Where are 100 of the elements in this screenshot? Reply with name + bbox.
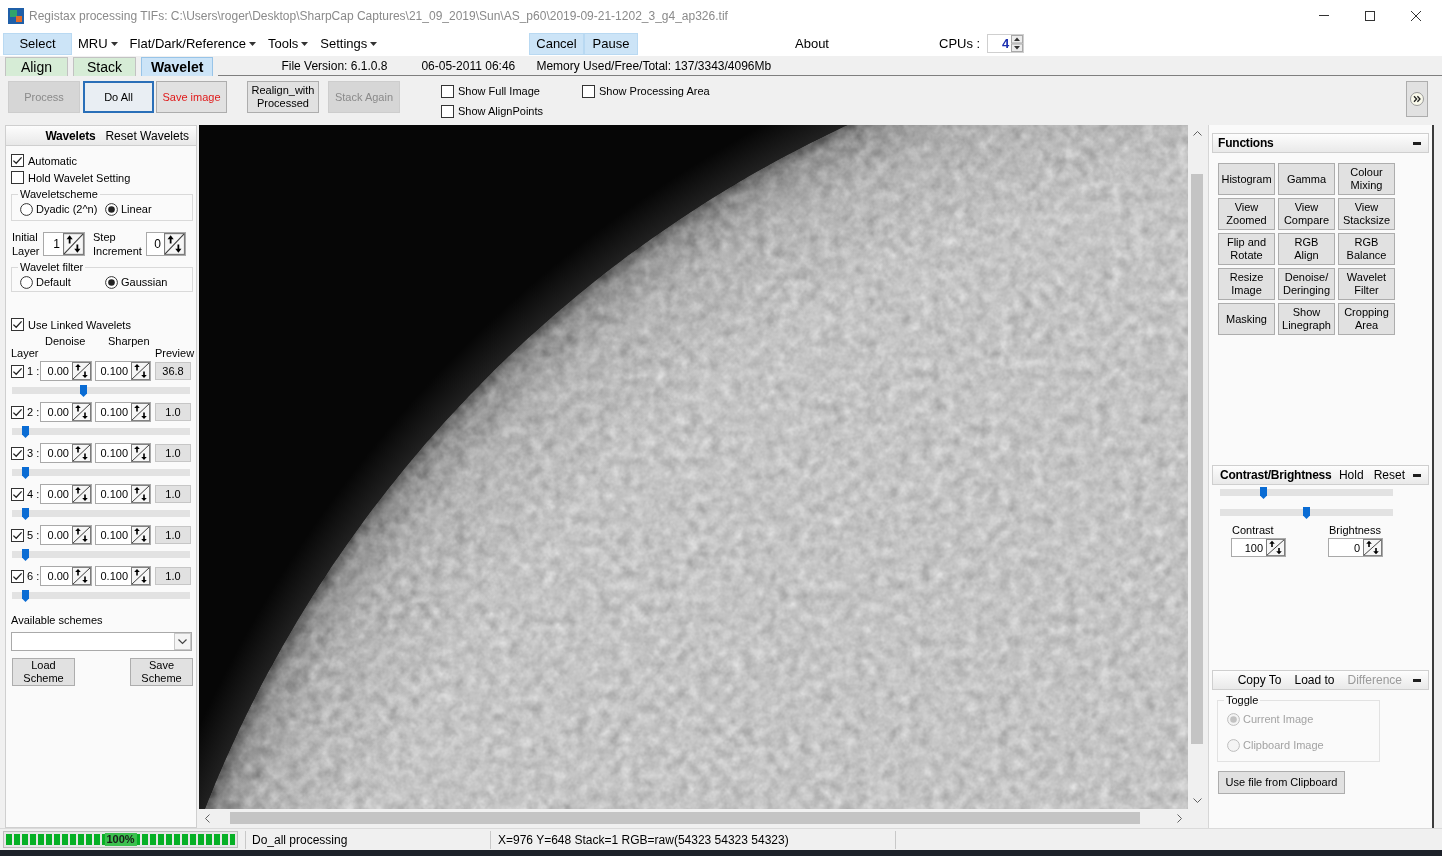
sharpen-spinner[interactable]: 0.100 bbox=[95, 402, 151, 422]
function-button[interactable]: Resize Image bbox=[1218, 268, 1275, 300]
denoise-spinner[interactable]: 0.00 bbox=[40, 525, 92, 545]
spin-arrows-icon[interactable] bbox=[72, 485, 91, 503]
spin-arrows-icon[interactable] bbox=[131, 567, 150, 585]
radio-button[interactable] bbox=[105, 202, 118, 216]
menu-item[interactable]: Settings bbox=[314, 32, 384, 55]
brightness-spinner[interactable]: 0 bbox=[1328, 538, 1383, 557]
preview-button[interactable]: 1.0 bbox=[155, 526, 191, 544]
slider-track[interactable] bbox=[1220, 507, 1393, 519]
checkbox[interactable] bbox=[11, 569, 24, 583]
select-button[interactable]: Select bbox=[3, 32, 72, 55]
save-scheme-button[interactable]: Save Scheme bbox=[130, 658, 193, 686]
sharpen-spinner[interactable]: 0.100 bbox=[95, 361, 151, 381]
do-all-button[interactable]: Do All bbox=[83, 81, 154, 113]
spin-arrows-icon[interactable] bbox=[164, 233, 185, 255]
hold-button[interactable]: Hold bbox=[1338, 468, 1364, 482]
slider-thumb[interactable] bbox=[1259, 487, 1267, 499]
slider-thumb[interactable] bbox=[22, 590, 30, 602]
menu-item[interactable]: MRU bbox=[72, 32, 124, 55]
spin-arrows-icon[interactable] bbox=[72, 362, 91, 380]
reset-button[interactable]: Reset bbox=[1373, 468, 1405, 482]
scrollbar-thumb[interactable] bbox=[1191, 174, 1203, 744]
menu-item[interactable]: Flat/Dark/Reference bbox=[123, 32, 262, 55]
denoise-spinner[interactable]: 0.00 bbox=[40, 484, 92, 504]
function-button[interactable]: View Stacksize bbox=[1338, 198, 1395, 230]
checkbox[interactable] bbox=[11, 318, 24, 331]
tab[interactable]: Stack bbox=[73, 57, 136, 76]
scrollbar-thumb[interactable] bbox=[230, 812, 1140, 824]
slider-thumb[interactable] bbox=[1303, 507, 1310, 519]
function-button[interactable]: RGB Balance bbox=[1338, 233, 1395, 265]
slider-thumb[interactable] bbox=[22, 508, 30, 520]
slider-thumb[interactable] bbox=[22, 549, 30, 561]
spin-arrows-icon[interactable] bbox=[131, 444, 150, 462]
minus-icon[interactable] bbox=[1413, 141, 1421, 145]
checkbox[interactable] bbox=[441, 104, 454, 118]
pause-button[interactable]: Pause bbox=[584, 32, 638, 55]
compare-action[interactable]: Copy To bbox=[1237, 673, 1282, 687]
slider-track[interactable] bbox=[12, 385, 190, 397]
clipboard-button[interactable]: Use file from Clipboard bbox=[1218, 771, 1345, 794]
realign-button[interactable]: Realign_with Processed bbox=[247, 81, 319, 113]
scroll-down-icon[interactable] bbox=[1192, 798, 1202, 803]
tab[interactable]: Align bbox=[5, 57, 68, 76]
checkbox[interactable] bbox=[582, 84, 595, 98]
contrast-spinner[interactable]: 100 bbox=[1231, 538, 1286, 557]
slider-thumb[interactable] bbox=[22, 426, 30, 438]
preview-button[interactable]: 1.0 bbox=[155, 567, 191, 585]
spin-arrows-icon[interactable] bbox=[72, 526, 91, 544]
sharpen-spinner[interactable]: 0.100 bbox=[95, 484, 151, 504]
function-button[interactable]: Histogram bbox=[1218, 163, 1275, 195]
denoise-spinner[interactable]: 0.00 bbox=[40, 361, 92, 381]
denoise-spinner[interactable]: 0.00 bbox=[40, 402, 92, 422]
checkbox[interactable] bbox=[11, 154, 24, 167]
slider-track[interactable] bbox=[12, 508, 190, 520]
function-button[interactable]: Flip and Rotate bbox=[1218, 233, 1275, 265]
spin-arrows-icon[interactable] bbox=[131, 526, 150, 544]
sharpen-spinner[interactable]: 0.100 bbox=[95, 566, 151, 586]
preview-button[interactable]: 1.0 bbox=[155, 403, 191, 421]
slider-thumb[interactable] bbox=[80, 385, 88, 397]
spin-arrows-icon[interactable] bbox=[72, 403, 91, 421]
cancel-button[interactable]: Cancel bbox=[529, 32, 584, 55]
slider-thumb[interactable] bbox=[22, 467, 30, 479]
slider-track[interactable] bbox=[1220, 487, 1393, 499]
function-button[interactable]: Colour Mixing bbox=[1338, 163, 1395, 195]
spin-arrows-icon[interactable] bbox=[63, 233, 84, 255]
minus-icon[interactable] bbox=[1413, 473, 1421, 477]
checkbox[interactable] bbox=[11, 487, 24, 501]
function-button[interactable]: Gamma bbox=[1278, 163, 1335, 195]
function-button[interactable]: RGB Align bbox=[1278, 233, 1335, 265]
minus-icon[interactable] bbox=[1413, 678, 1421, 682]
load-scheme-button[interactable]: Load Scheme bbox=[12, 658, 75, 686]
sharpen-spinner[interactable]: 0.100 bbox=[95, 525, 151, 545]
tab[interactable]: Wavelet bbox=[141, 57, 214, 76]
step-increment-spinner[interactable]: 0 bbox=[146, 232, 186, 256]
checkbox[interactable] bbox=[11, 405, 24, 419]
reset-wavelets-button[interactable]: Reset Wavelets bbox=[105, 128, 189, 143]
function-button[interactable]: Show Linegraph bbox=[1278, 303, 1335, 335]
spin-arrows-icon[interactable] bbox=[72, 567, 91, 585]
expand-button[interactable] bbox=[1406, 81, 1428, 117]
maximize-icon[interactable] bbox=[1365, 10, 1375, 21]
spin-arrows-icon[interactable] bbox=[1266, 539, 1285, 556]
spin-arrows-icon[interactable] bbox=[1363, 539, 1382, 556]
checkbox[interactable] bbox=[441, 84, 454, 98]
preview-button[interactable]: 1.0 bbox=[155, 485, 191, 503]
spin-arrows-icon[interactable] bbox=[131, 403, 150, 421]
sharpen-spinner[interactable]: 0.100 bbox=[95, 443, 151, 463]
function-button[interactable]: View Zoomed bbox=[1218, 198, 1275, 230]
denoise-spinner[interactable]: 0.00 bbox=[40, 443, 92, 463]
scroll-right-icon[interactable] bbox=[1177, 813, 1182, 823]
about-menu[interactable]: About bbox=[795, 36, 829, 51]
slider-track[interactable] bbox=[12, 549, 190, 561]
spin-arrows-icon[interactable] bbox=[1011, 35, 1024, 52]
function-button[interactable]: Cropping Area bbox=[1338, 303, 1395, 335]
compare-action[interactable]: Load to bbox=[1294, 673, 1335, 687]
function-button[interactable]: Masking bbox=[1218, 303, 1275, 335]
slider-track[interactable] bbox=[12, 426, 190, 438]
save-image-button[interactable]: Save image bbox=[156, 81, 227, 113]
slider-track[interactable] bbox=[12, 467, 190, 479]
initial-layer-spinner[interactable]: 1 bbox=[43, 232, 85, 256]
function-button[interactable]: Denoise/ Deringing bbox=[1278, 268, 1335, 300]
